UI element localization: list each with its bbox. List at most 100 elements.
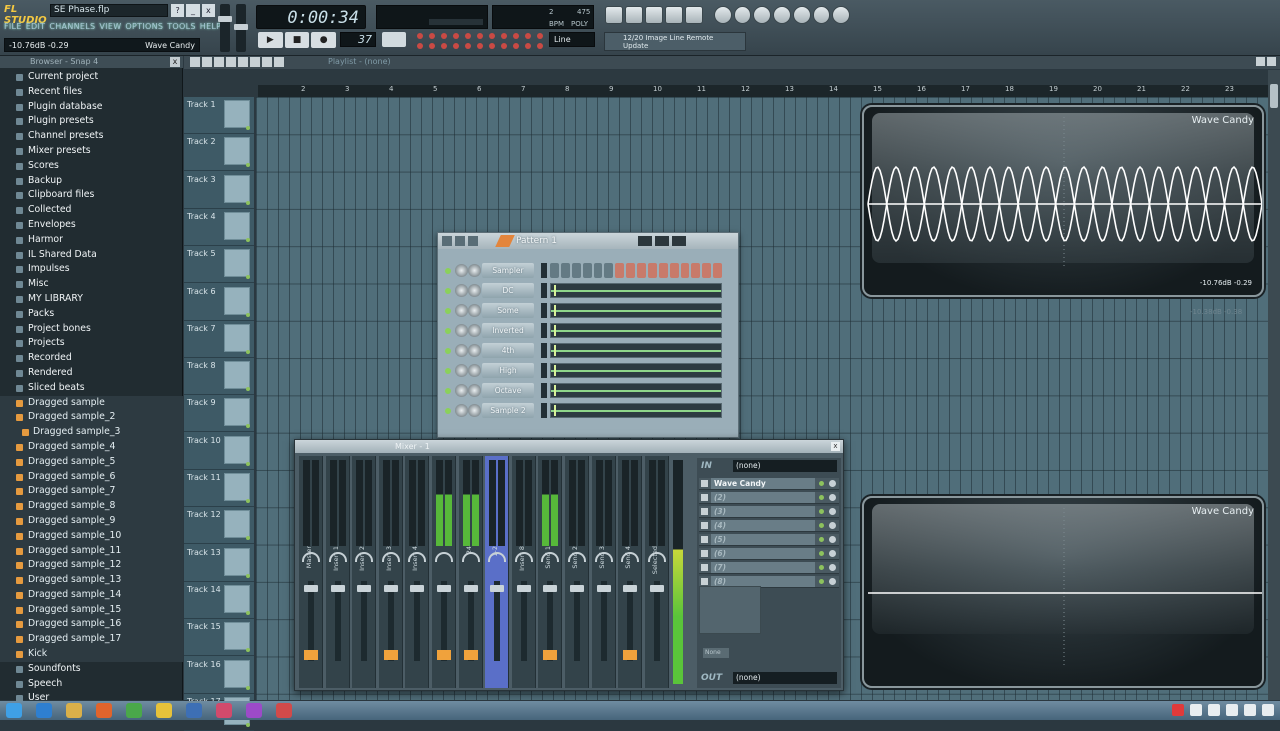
track-color-box[interactable] <box>224 659 250 688</box>
fx-slot[interactable]: (6) <box>699 548 839 560</box>
piano-roll-preview[interactable] <box>550 323 722 338</box>
browser-shortcut-icon[interactable] <box>685 6 703 24</box>
channel-pan-knob[interactable] <box>455 344 468 357</box>
wave-candy-window-top[interactable]: Wave Candy -10.76dB -0.29 <box>862 105 1264 297</box>
browser-item[interactable]: Dragged sample_4 <box>0 439 183 455</box>
strip-pan-knob[interactable] <box>435 552 453 562</box>
track-header[interactable]: Track 8 <box>184 358 254 396</box>
browser-item[interactable]: Current project <box>0 70 183 85</box>
slot-enable-led[interactable] <box>819 565 824 570</box>
track-color-box[interactable] <box>224 622 250 651</box>
slot-enable-led[interactable] <box>819 509 824 514</box>
close-button[interactable]: x <box>201 4 215 17</box>
step-button[interactable] <box>560 263 570 278</box>
slot-enable-led[interactable] <box>819 481 824 486</box>
channel-select[interactable] <box>541 363 547 378</box>
piano-roll-preview[interactable] <box>550 283 722 298</box>
channel-pan-knob[interactable] <box>455 364 468 377</box>
track-color-box[interactable] <box>224 286 250 315</box>
channel-mute-led[interactable] <box>445 368 451 374</box>
record-button[interactable]: ● <box>311 32 337 48</box>
slot-name[interactable]: (7) <box>711 562 815 573</box>
slot-enable-led[interactable] <box>819 537 824 542</box>
channel-volume-knob[interactable] <box>468 284 481 297</box>
browser-item[interactable]: Dragged sample_2 <box>0 410 183 426</box>
track-color-box[interactable] <box>224 510 250 539</box>
pattern-mode-icon[interactable] <box>655 236 669 246</box>
snap-selector[interactable]: Line <box>549 32 595 47</box>
track-enable-led[interactable] <box>246 387 250 392</box>
track-header[interactable]: Track 16 <box>184 657 254 694</box>
slot-mix-knob[interactable] <box>829 508 836 515</box>
menu-tools[interactable]: TOOLS <box>167 22 196 34</box>
browser-item[interactable]: Speech <box>0 677 183 692</box>
browser-item[interactable]: Dragged sample_5 <box>0 454 183 470</box>
track-color-box[interactable] <box>224 249 250 278</box>
step-button[interactable] <box>713 263 722 278</box>
channel-name-button[interactable]: 4th <box>482 343 534 358</box>
track-enable-led[interactable] <box>246 461 250 466</box>
draw-tool-icon[interactable] <box>190 57 200 67</box>
channel-select[interactable] <box>541 383 547 398</box>
render-icon[interactable] <box>773 6 791 24</box>
browser-item[interactable]: Packs <box>0 307 183 322</box>
browser-item[interactable]: Soundfonts <box>0 662 183 677</box>
channel-mute-led[interactable] <box>445 388 451 394</box>
browser-item[interactable]: Harmor <box>0 233 183 248</box>
delete-tool-icon[interactable] <box>214 57 224 67</box>
channel-row[interactable]: Octave <box>442 382 734 400</box>
track-enable-led[interactable] <box>246 200 250 205</box>
strip-pan-knob[interactable] <box>568 552 586 562</box>
browser-item[interactable]: Projects <box>0 336 183 351</box>
step-button[interactable] <box>615 263 625 278</box>
step-button[interactable] <box>691 263 701 278</box>
channel-volume-knob[interactable] <box>468 304 481 317</box>
track-enable-led[interactable] <box>246 312 250 317</box>
mixer-strip[interactable]: Send 4 <box>618 456 643 688</box>
slot-menu-icon[interactable] <box>701 578 708 585</box>
graph-icon[interactable] <box>672 236 686 246</box>
strip-pan-knob[interactable] <box>514 552 533 562</box>
mixer-strip[interactable]: Send 3 <box>591 456 616 688</box>
channel-name-button[interactable]: DC <box>482 283 534 298</box>
fx-slot[interactable]: (3) <box>699 506 839 518</box>
channel-pan-knob[interactable] <box>455 284 468 297</box>
strip-pan-knob[interactable] <box>328 552 347 562</box>
slot-menu-icon[interactable] <box>701 536 708 543</box>
browser-item[interactable]: Mixer presets <box>0 144 183 159</box>
track-enable-led[interactable] <box>246 275 250 280</box>
browser-item[interactable]: Envelopes <box>0 218 183 233</box>
track-color-box[interactable] <box>224 137 250 166</box>
channel-name-button[interactable]: Some <box>482 303 534 318</box>
track-color-box[interactable] <box>224 323 250 352</box>
strip-route-button[interactable] <box>383 650 398 660</box>
slot-menu-icon[interactable] <box>701 550 708 557</box>
track-enable-led[interactable] <box>246 722 250 727</box>
slot-enable-led[interactable] <box>819 551 824 556</box>
explorer-icon[interactable] <box>66 703 82 718</box>
fx-slot[interactable]: (7) <box>699 562 839 574</box>
slot-mix-knob[interactable] <box>829 578 836 585</box>
fx-slot[interactable]: (5) <box>699 534 839 546</box>
step-sequencer[interactable] <box>550 263 722 278</box>
slot-name[interactable]: (5) <box>711 534 815 545</box>
browser-item[interactable]: Backup <box>0 174 183 189</box>
track-enable-led[interactable] <box>246 685 250 690</box>
windows-start-icon[interactable] <box>6 703 22 718</box>
media-icon[interactable] <box>216 703 232 718</box>
slot-enable-led[interactable] <box>819 579 824 584</box>
channel-name-button[interactable]: Sample 2 <box>482 403 534 418</box>
step-button[interactable] <box>571 263 581 278</box>
battery-icon[interactable] <box>1262 704 1274 716</box>
track-header[interactable]: Track 2 <box>184 134 254 172</box>
ie-icon[interactable] <box>36 703 52 718</box>
playlist-close-button[interactable] <box>1267 57 1276 66</box>
browser-item[interactable]: Impulses <box>0 262 183 277</box>
paint-tool-icon[interactable] <box>202 57 212 67</box>
slot-name[interactable]: (3) <box>711 506 815 517</box>
menu-file[interactable]: FILE <box>4 22 22 34</box>
track-color-box[interactable] <box>224 435 250 464</box>
channel-mute-led[interactable] <box>445 348 451 354</box>
browser-item[interactable]: Recorded <box>0 351 183 366</box>
browser-item[interactable]: Dragged sample_3 <box>0 425 183 440</box>
